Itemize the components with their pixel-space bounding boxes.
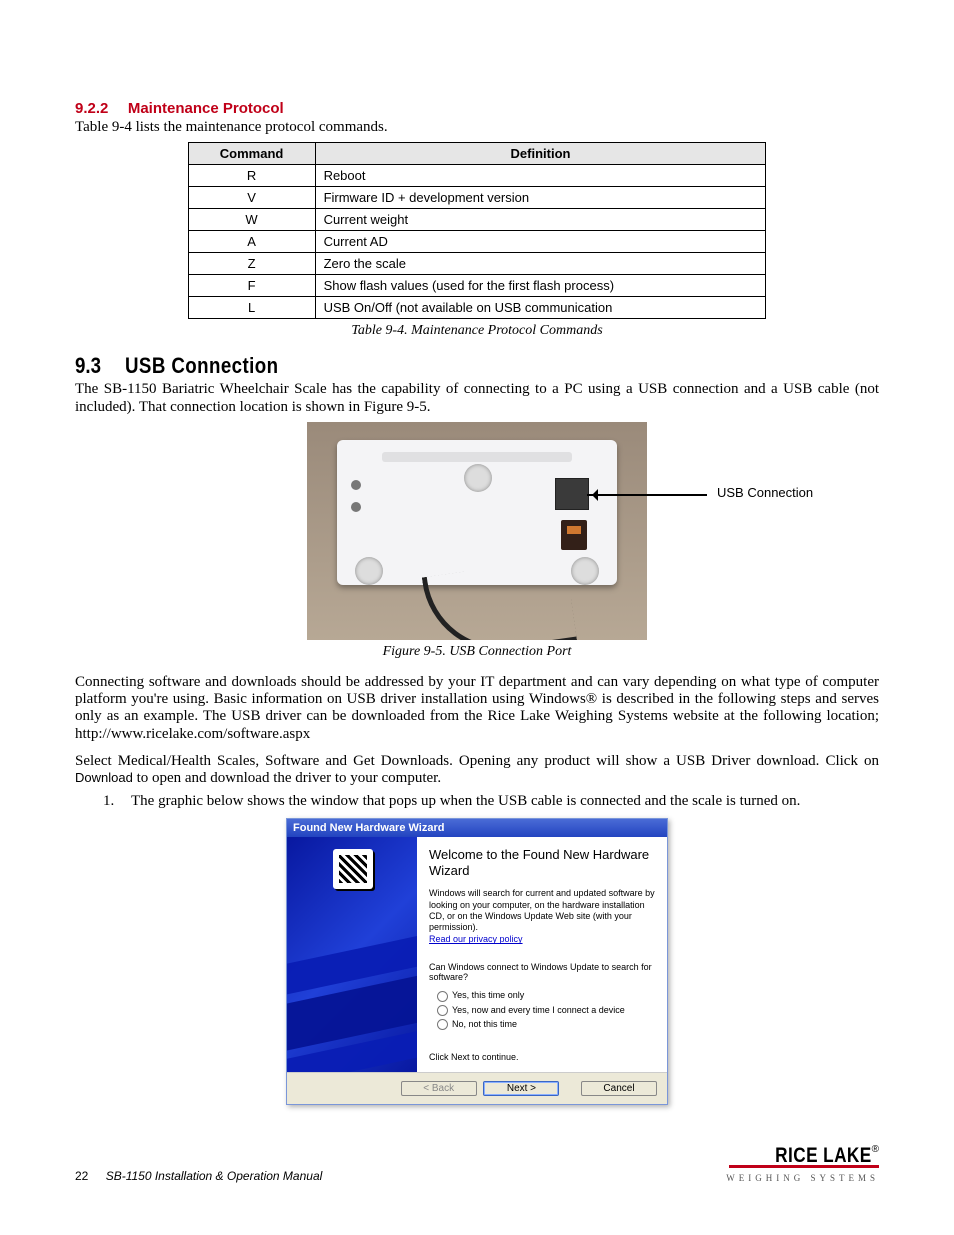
rice-lake-logo: RICE LAKE® WEIGHING SYSTEMS [726, 1145, 879, 1183]
table-94-caption: Table 9-4. Maintenance Protocol Commands [75, 323, 879, 339]
radio-option-2[interactable]: Yes, now and every time I connect a devi… [437, 1005, 655, 1016]
wizard-question: Can Windows connect to Windows Update to… [429, 962, 655, 982]
table-header-definition: Definition [315, 143, 766, 165]
usb-connection-photo [307, 422, 647, 640]
step-1-text: The graphic below shows the window that … [131, 793, 800, 810]
figure-95-wrap: USB Connection [75, 422, 879, 640]
radio-icon [437, 1019, 448, 1030]
table-row: VFirmware ID + development version [188, 187, 766, 209]
back-button[interactable]: < Back [401, 1081, 477, 1096]
wizard-heading: Welcome to the Found New Hardware Wizard [429, 847, 655, 878]
table-header-command: Command [188, 143, 315, 165]
section-93-title: USB Connection [125, 353, 278, 379]
cancel-button[interactable]: Cancel [581, 1081, 657, 1096]
maintenance-protocol-table: Command Definition RReboot VFirmware ID … [188, 142, 767, 319]
table-row: WCurrent weight [188, 209, 766, 231]
section-922-intro: Table 9-4 lists the maintenance protocol… [75, 119, 879, 136]
hardware-wizard-dialog: Found New Hardware Wizard Welcome to the… [286, 818, 668, 1105]
wizard-description: Windows will search for current and upda… [429, 888, 655, 933]
arrow-icon [587, 494, 707, 496]
table-row: LUSB On/Off (not available on USB commun… [188, 297, 766, 319]
wizard-continue-text: Click Next to continue. [429, 1052, 655, 1062]
wizard-titlebar: Found New Hardware Wizard [287, 819, 667, 837]
privacy-policy-link[interactable]: Read our privacy policy [429, 934, 655, 944]
radio-option-1[interactable]: Yes, this time only [437, 990, 655, 1001]
section-93-para1: The SB-1150 Bariatric Wheelchair Scale h… [75, 381, 879, 416]
section-922-number: 9.2.2 [75, 100, 108, 117]
table-row: ZZero the scale [188, 253, 766, 275]
page-number: 22 [75, 1169, 88, 1183]
radio-option-3[interactable]: No, not this time [437, 1019, 655, 1030]
step-1-number: 1. [103, 793, 131, 810]
section-93-para3: Select Medical/Health Scales, Software a… [75, 753, 879, 788]
table-row: ACurrent AD [188, 231, 766, 253]
doc-title: SB-1150 Installation & Operation Manual [106, 1169, 323, 1183]
section-922-title: Maintenance Protocol [128, 100, 284, 117]
radio-icon [437, 1005, 448, 1016]
figure-95-label: USB Connection [717, 485, 813, 500]
page-footer: 22 SB-1150 Installation & Operation Manu… [75, 1145, 879, 1183]
figure-95-caption: Figure 9-5. USB Connection Port [75, 644, 879, 660]
table-row: RReboot [188, 165, 766, 187]
step-1: 1. The graphic below shows the window th… [103, 793, 879, 810]
next-button[interactable]: Next > [483, 1081, 559, 1096]
radio-icon [437, 991, 448, 1002]
section-93-para2: Connecting software and downloads should… [75, 674, 879, 743]
wizard-hardware-icon [333, 849, 373, 889]
table-row: FShow flash values (used for the first f… [188, 275, 766, 297]
wizard-graphic-pane [287, 837, 417, 1072]
section-93-number: 9.3 [75, 353, 101, 379]
download-label: Download [75, 770, 133, 785]
